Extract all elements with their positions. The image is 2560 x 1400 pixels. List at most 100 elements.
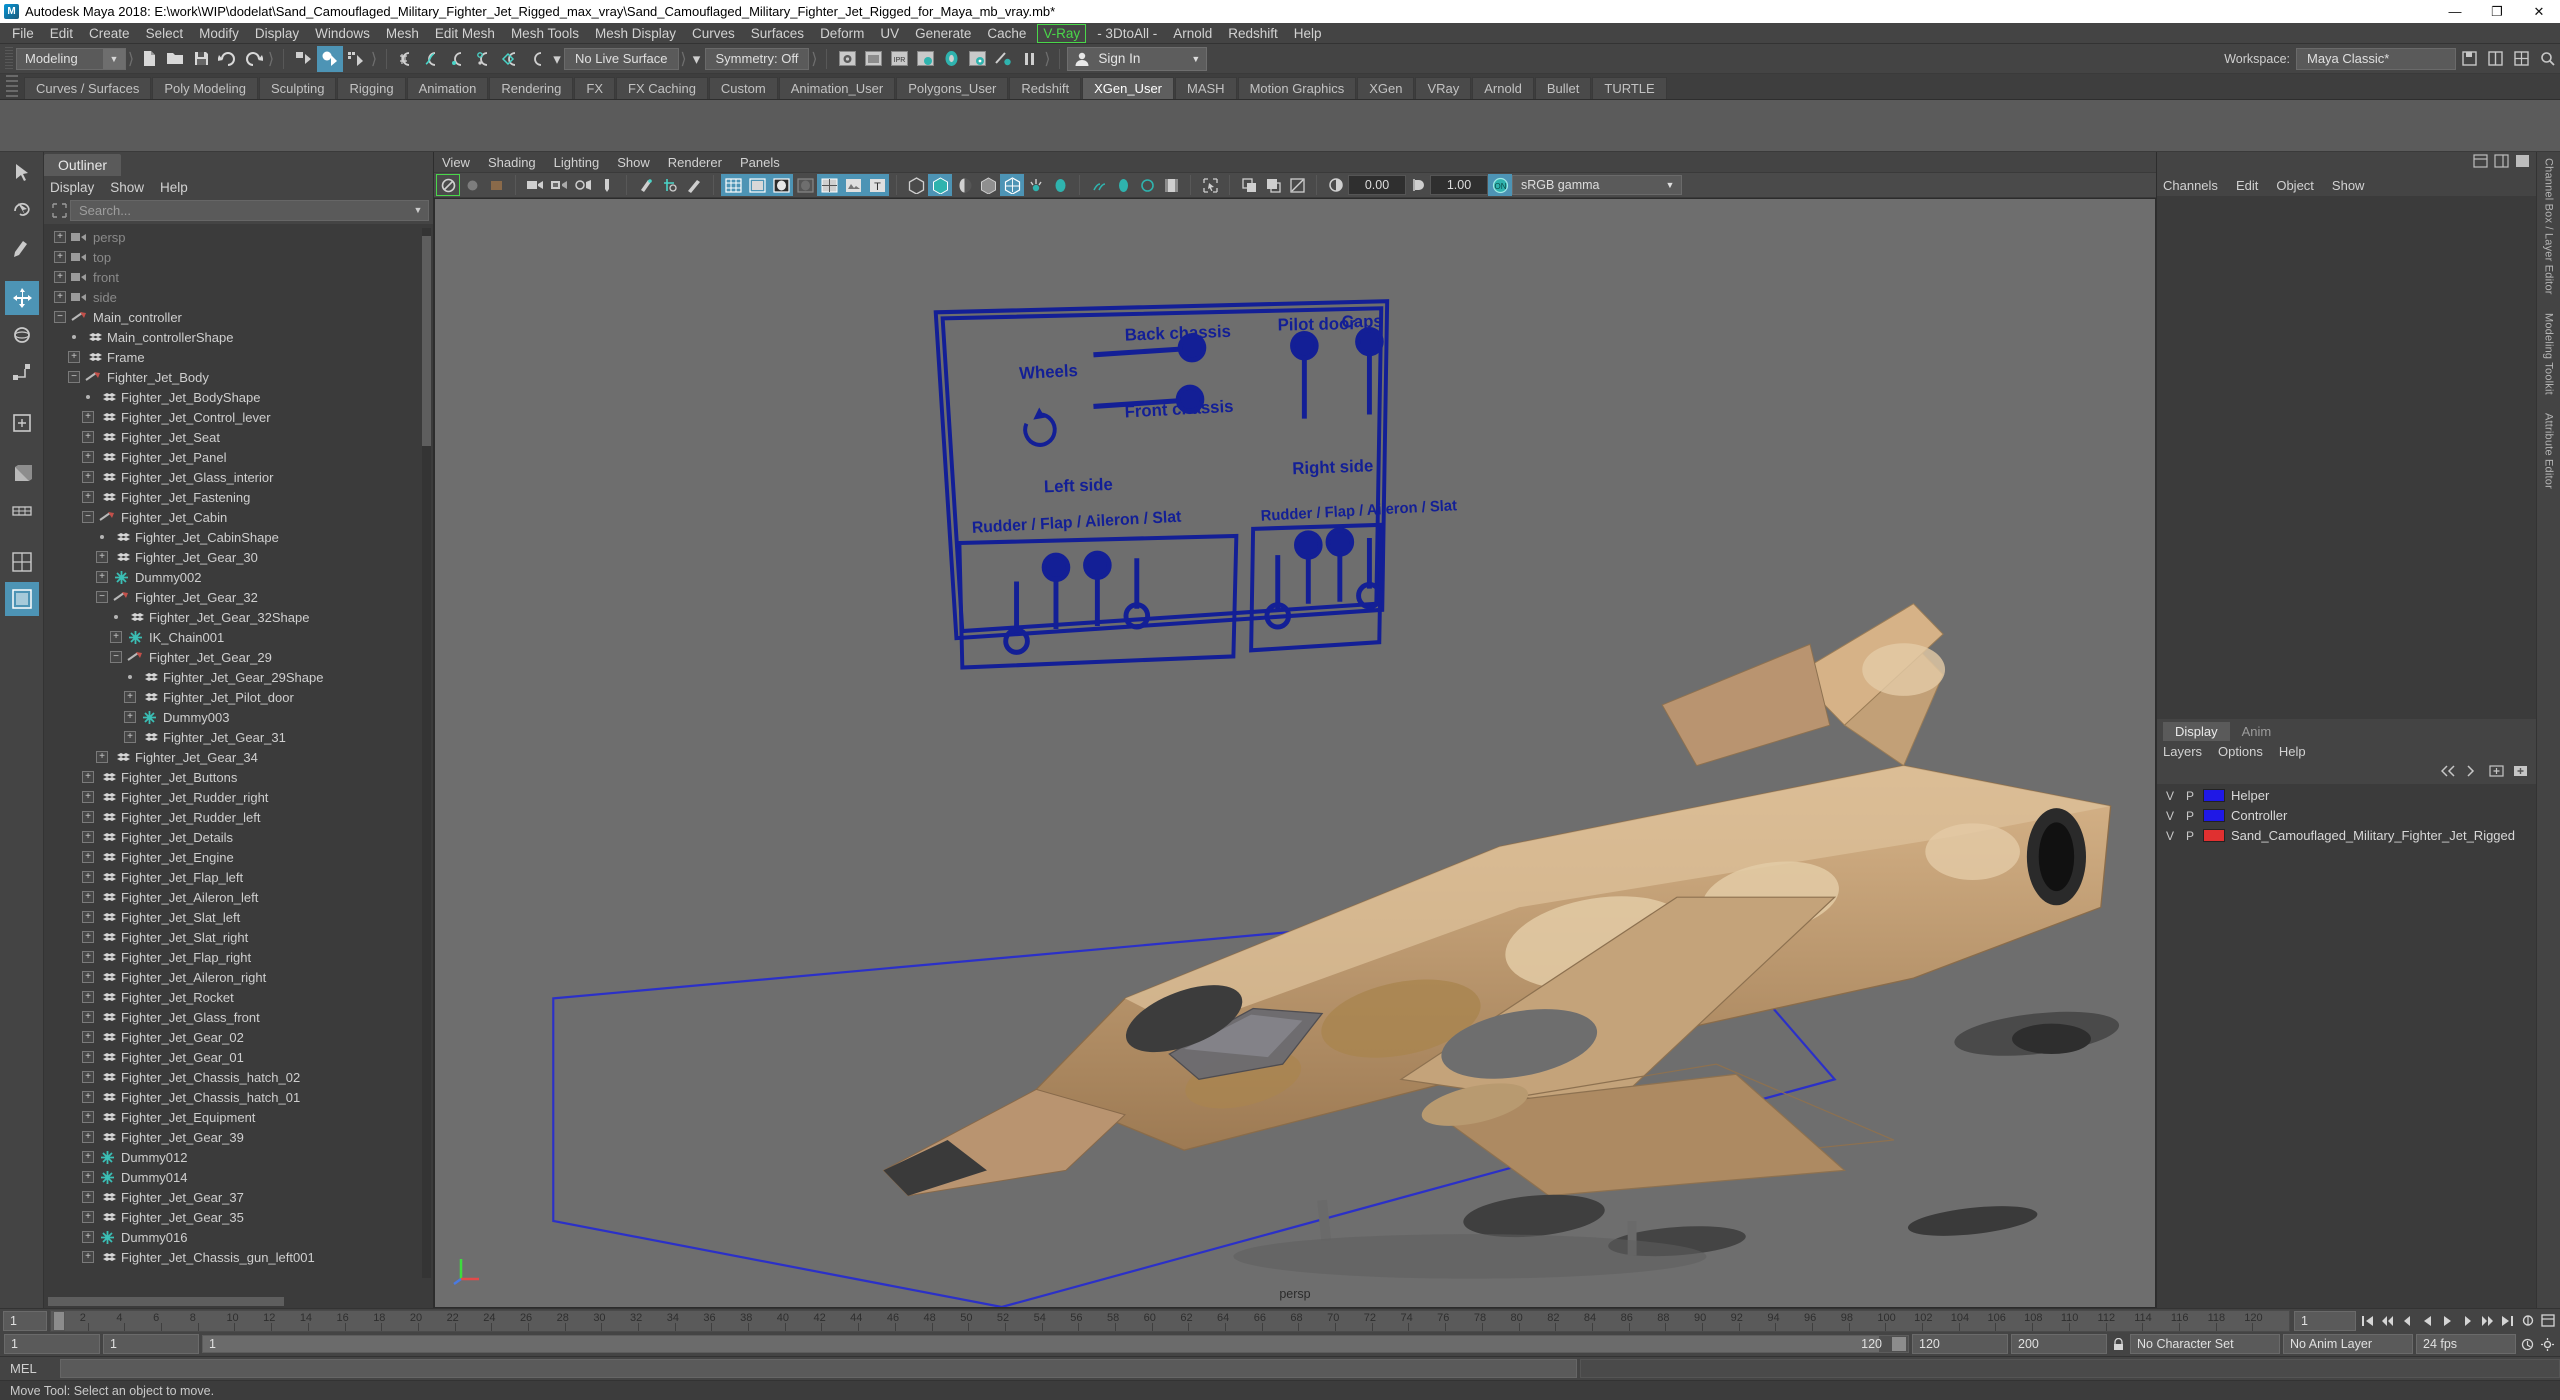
create-layer-icon[interactable] [2489,764,2504,781]
playback-start-field[interactable]: 120 [1912,1334,2008,1354]
shadows-icon[interactable] [952,174,976,196]
attribute-editor-icon[interactable] [2473,154,2488,172]
expand-icon[interactable]: + [96,551,108,563]
shelf-tab-xgen-user[interactable]: XGen_User [1082,77,1174,99]
shelf-tab-animation[interactable]: Animation [406,77,489,99]
expand-icon[interactable]: + [82,1131,94,1143]
expand-icon[interactable]: + [82,771,94,783]
expand-icon[interactable]: + [54,231,66,243]
paste-image-icon[interactable] [1261,174,1285,196]
isolate-select-icon[interactable] [1135,174,1159,196]
camera-attributes-icon[interactable] [484,174,508,196]
layer-color-swatch[interactable] [2203,789,2225,802]
outliner-item[interactable]: + IK_Chain001 [44,627,433,647]
expand-icon[interactable]: + [82,1011,94,1023]
outliner-item[interactable]: + Fighter_Jet_Glass_front [44,1007,433,1027]
outliner-horizontal-scrollbar[interactable] [44,1294,433,1308]
outliner-item[interactable]: + Fighter_Jet_Details [44,827,433,847]
move-tool-icon[interactable] [4,281,39,315]
step-back-key-icon[interactable] [2379,1312,2396,1330]
text-display-icon[interactable]: T [865,174,889,196]
texture-display-icon[interactable] [841,174,865,196]
viewport-menu-renderer[interactable]: Renderer [668,155,722,170]
expand-icon[interactable]: + [82,971,94,983]
smooth-shade-selected-icon[interactable] [769,174,793,196]
outliner-item[interactable]: Fighter_Jet_Gear_29Shape [44,667,433,687]
close-button[interactable]: ✕ [2518,0,2560,23]
expand-icon[interactable]: + [82,1191,94,1203]
step-back-frame-icon[interactable] [2399,1312,2416,1330]
expand-icon[interactable]: + [82,991,94,1003]
outliner-item[interactable]: + Fighter_Jet_Gear_37 [44,1187,433,1207]
expand-icon[interactable]: + [96,751,108,763]
outliner-item[interactable]: + Fighter_Jet_Slat_right [44,927,433,947]
wireframe-shading-icon[interactable] [721,174,745,196]
menu-v-ray[interactable]: V-Ray [1037,23,1087,43]
select-by-hierarchy-icon[interactable] [291,46,317,72]
outliner-item[interactable]: + Fighter_Jet_Seat [44,427,433,447]
collapse-icon[interactable]: − [110,651,122,663]
shelf-tab-poly-modeling[interactable]: Poly Modeling [152,77,258,99]
expand-icon[interactable]: + [54,291,66,303]
image-plane-icon[interactable] [547,174,571,196]
ambient-occlusion-icon[interactable] [976,174,1000,196]
collapse-icon[interactable]: − [96,591,108,603]
save-scene-icon[interactable] [188,46,214,72]
paint-effects-icon[interactable] [634,174,658,196]
rendering-flags-icon[interactable] [990,46,1016,72]
menu-create[interactable]: Create [81,23,138,44]
outliner-item[interactable]: − Fighter_Jet_Cabin [44,507,433,527]
scale-tool-icon[interactable] [5,355,39,389]
xray-mode-icon[interactable] [658,174,682,196]
screen-space-ao-icon[interactable] [1048,174,1072,196]
menu-3dtoall[interactable]: - 3DtoAll - [1089,23,1165,44]
snap-to-point-icon[interactable] [446,46,472,72]
depth-of-field-icon[interactable] [1111,174,1135,196]
shaded-wireframe-icon[interactable] [817,174,841,196]
snap-to-view-plane-icon[interactable] [498,46,524,72]
outliner-item[interactable]: + Fighter_Jet_Slat_left [44,907,433,927]
expand-icon[interactable]: + [82,891,94,903]
expand-icon[interactable]: + [82,471,94,483]
range-lock-icon[interactable] [2110,1335,2127,1353]
menu-modify[interactable]: Modify [191,23,247,44]
animation-preferences-icon[interactable] [2539,1312,2556,1330]
anim-layer-field[interactable]: No Anim Layer [2283,1334,2413,1354]
menu-curves[interactable]: Curves [684,23,743,44]
select-tool-icon[interactable] [5,156,39,190]
rail-label-modeling-toolkit[interactable]: Modeling Toolkit [2543,313,2555,395]
motion-blur-icon[interactable] [1024,174,1048,196]
menu-edit[interactable]: Edit [42,23,81,44]
outliner-item[interactable]: + Frame [44,347,433,367]
layer-playback-toggle[interactable]: P [2183,829,2197,843]
camera-icon[interactable] [523,174,547,196]
outliner-item[interactable]: + Fighter_Jet_Chassis_hatch_01 [44,1087,433,1107]
maximize-button[interactable]: ❐ [2476,0,2518,23]
menu-display[interactable]: Display [247,23,307,44]
layer-tab-display[interactable]: Display [2163,721,2230,741]
collapse-icon[interactable]: − [82,511,94,523]
channelbox-menu-edit[interactable]: Edit [2236,178,2258,193]
workspace-save-icon[interactable] [2456,46,2482,72]
menu-mesh[interactable]: Mesh [378,23,427,44]
rig-control-panel[interactable]: Back chassis Pilot door Caps Wheels Fron… [435,199,2155,1307]
expand-icon[interactable]: + [82,1211,94,1223]
outliner-item[interactable]: − Main_controller [44,307,433,327]
channelbox-menu-show[interactable]: Show [2332,178,2365,193]
anim-preferences-gear-icon[interactable] [2539,1335,2556,1353]
layer-prev-icon[interactable] [2440,764,2456,781]
outliner-item[interactable]: + Fighter_Jet_Gear_31 [44,727,433,747]
shelf-tab-fx[interactable]: FX [574,77,615,99]
outliner-item[interactable]: − Fighter_Jet_Gear_32 [44,587,433,607]
layer-playback-toggle[interactable]: P [2183,789,2197,803]
outliner-item[interactable]: + Fighter_Jet_Gear_02 [44,1027,433,1047]
outliner-item[interactable]: + persp [44,227,433,247]
range-start-field[interactable]: 1 [4,1334,100,1354]
layer-row[interactable]: V P Controller [2157,806,2536,826]
channelbox-menu-channels[interactable]: Channels [2163,178,2218,193]
viewport-menu-shading[interactable]: Shading [488,155,536,170]
menu-cache[interactable]: Cache [979,23,1034,44]
rail-label-attribute-editor[interactable]: Attribute Editor [2543,413,2555,489]
outliner-item[interactable]: + Fighter_Jet_Gear_39 [44,1127,433,1147]
channel-box-body[interactable] [2157,196,2536,719]
